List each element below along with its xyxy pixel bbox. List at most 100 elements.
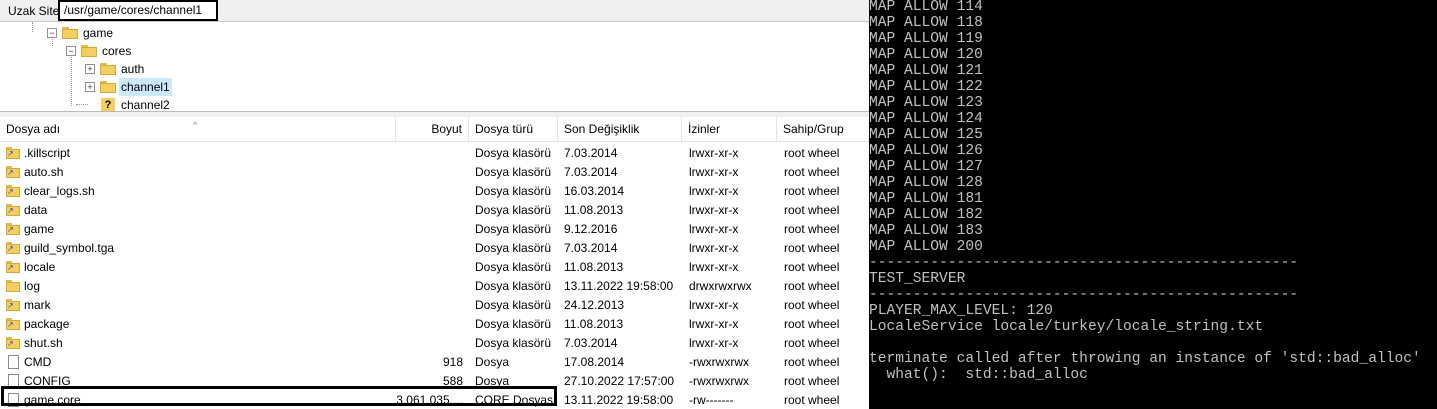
- file-type: Dosya klasörü: [475, 241, 552, 255]
- column-header-owner[interactable]: Sahip/Grup: [777, 117, 869, 141]
- tree-line: [76, 104, 88, 105]
- file-row[interactable]: CMD 918 Dosya 17.08.2014 -rwxrwxrwx root whee…: [0, 353, 869, 372]
- collapse-icon[interactable]: −: [66, 46, 76, 56]
- console-line: MAP ALLOW 128: [869, 175, 983, 191]
- file-permissions: lrwxr-xr-x: [689, 317, 739, 331]
- file-permissions: lrwxr-xr-x: [689, 184, 739, 198]
- file-row[interactable]: mark Dosya klasörü 24.12.2013 lrwxr-xr-x roo…: [0, 296, 869, 315]
- file-modified: 11.08.2013: [564, 317, 624, 331]
- expand-icon[interactable]: +: [85, 82, 95, 92]
- remote-site-bar: Uzak Site: /usr/game/cores/channel1: [0, 0, 869, 21]
- collapse-icon[interactable]: −: [47, 28, 57, 38]
- file-modified: 27.10.2022 17:57:00: [564, 374, 675, 388]
- tree-node-label: auth: [121, 62, 145, 76]
- console-line: ----------------------------------------…: [869, 255, 1299, 271]
- link-folder-icon: [6, 242, 20, 255]
- file-row[interactable]: CONFIG 588 Dosya 27.10.2022 17:57:00 -rwxrwx…: [0, 372, 869, 391]
- file-modified: 16.03.2014: [564, 184, 625, 198]
- console-line: TEST_SERVER: [869, 271, 966, 287]
- folder-icon: [6, 280, 20, 293]
- tree-line: [32, 22, 33, 32]
- file-row[interactable]: package Dosya klasörü 11.08.2013 lrwxr-xr-x…: [0, 315, 869, 334]
- expand-icon[interactable]: +: [85, 64, 95, 74]
- file-permissions: lrwxr-xr-x: [689, 260, 739, 274]
- column-header-modified[interactable]: Son Değişiklik: [558, 117, 682, 141]
- file-owner: root wheel: [784, 317, 840, 331]
- file-list-header: Dosya adı ^ Boyut Dosya türü Son Değişik…: [0, 117, 869, 142]
- console-line: terminate called after throwing an insta…: [869, 351, 1421, 367]
- server-console: MAP ALLOW 114 MAP ALLOW 118 MAP ALLOW 119 M…: [869, 0, 1437, 409]
- file-name: clear_logs.sh: [24, 184, 95, 198]
- file-owner: root wheel: [784, 355, 840, 369]
- file-name: package: [24, 317, 70, 331]
- tree-node-label: cores: [102, 44, 132, 58]
- file-modified: 24.12.2013: [564, 298, 625, 312]
- file-row[interactable]: guild_symbol.tga Dosya klasörü 7.03.2014 lr…: [0, 239, 869, 258]
- file-name: log: [24, 279, 41, 293]
- column-header-type[interactable]: Dosya türü: [469, 117, 558, 141]
- file-owner: root wheel: [784, 146, 840, 160]
- folder-icon: [81, 45, 97, 57]
- file-row[interactable]: shut.sh Dosya klasörü 7.03.2014 lrwxr-xr-x r…: [0, 334, 869, 353]
- console-line: MAP ALLOW 126: [869, 143, 983, 159]
- file-permissions: -rwxrwxrwx: [689, 355, 749, 369]
- file-owner: root wheel: [784, 241, 840, 255]
- file-row[interactable]: game.core 3.061.035.... CORE Dosyası 13.11.…: [0, 391, 869, 409]
- sort-ascending-icon: ^: [193, 120, 198, 130]
- ftp-client-panel: Uzak Site: /usr/game/cores/channel1 − ga…: [0, 0, 869, 409]
- console-line: MAP ALLOW 182: [869, 207, 983, 223]
- file-modified: 11.08.2013: [564, 260, 624, 274]
- file-row[interactable]: log Dosya klasörü 13.11.2022 19:58:00 drwxr…: [0, 277, 869, 296]
- file-owner: root wheel: [784, 393, 840, 407]
- console-line: MAP ALLOW 181: [869, 191, 983, 207]
- link-folder-icon: [6, 299, 20, 312]
- file-row[interactable]: auto.sh Dosya klasörü 7.03.2014 lrwxr-xr-x r…: [0, 163, 869, 182]
- file-name: guild_symbol.tga: [24, 241, 115, 255]
- column-header-label: Son Değişiklik: [564, 122, 640, 136]
- console-line: ----------------------------------------…: [869, 287, 1299, 303]
- console-line: MAP ALLOW 125: [869, 127, 983, 143]
- link-folder-icon: [6, 337, 20, 350]
- file-type: CORE Dosyası: [475, 393, 557, 407]
- file-owner: root wheel: [784, 165, 840, 179]
- column-header-permissions[interactable]: İzinler: [682, 117, 777, 141]
- file-name: game: [24, 222, 55, 236]
- console-line: LocaleService locale/turkey/locale_strin…: [869, 319, 1264, 335]
- file-permissions: lrwxr-xr-x: [689, 165, 739, 179]
- column-header-name[interactable]: Dosya adı ^: [0, 117, 396, 141]
- file-row[interactable]: .killscript Dosya klasörü 7.03.2014 lrwxr-x…: [0, 144, 869, 163]
- file-modified: 13.11.2022 19:58:00: [564, 393, 674, 407]
- link-folder-icon: [6, 261, 20, 274]
- link-folder-icon: [6, 223, 20, 236]
- folder-icon: [100, 81, 116, 93]
- tree-node-label: channel1: [119, 78, 172, 96]
- link-folder-icon: [6, 166, 20, 179]
- link-folder-icon: [6, 204, 20, 217]
- console-line: MAP ALLOW 200: [869, 239, 983, 255]
- column-header-size[interactable]: Boyut: [396, 117, 469, 141]
- console-line: MAP ALLOW 120: [869, 47, 983, 63]
- file-row[interactable]: game Dosya klasörü 9.12.2016 lrwxr-xr-x root…: [0, 220, 869, 239]
- console-line: MAP ALLOW 122: [869, 79, 983, 95]
- file-name: locale: [24, 260, 56, 274]
- tree-line: [71, 54, 72, 106]
- remote-path-input[interactable]: /usr/game/cores/channel1: [58, 0, 218, 21]
- link-folder-icon: [6, 318, 20, 331]
- tree-node-label: game: [83, 26, 114, 40]
- file-size: 3.061.035....: [396, 393, 463, 407]
- console-line: MAP ALLOW 123: [869, 95, 983, 111]
- file-modified: 13.11.2022 19:58:00: [564, 279, 674, 293]
- file-modified: 17.08.2014: [564, 355, 625, 369]
- file-name: CMD: [24, 355, 52, 369]
- file-owner: root wheel: [784, 298, 840, 312]
- file-row[interactable]: locale Dosya klasörü 11.08.2013 lrwxr-xr-x r…: [0, 258, 869, 277]
- file-row[interactable]: clear_logs.sh Dosya klasörü 16.03.2014 lrwx…: [0, 182, 869, 201]
- file-permissions: -rwxrwxrwx: [689, 374, 749, 388]
- file-type: Dosya klasörü: [475, 336, 552, 350]
- file-owner: root wheel: [784, 336, 840, 350]
- file-permissions: -rw-------: [689, 393, 734, 407]
- file-row[interactable]: data Dosya klasörü 11.08.2013 lrwxr-xr-x roo…: [0, 201, 869, 220]
- file-name: mark: [24, 298, 51, 312]
- file-modified: 7.03.2014: [564, 336, 618, 350]
- file-owner: root wheel: [784, 260, 840, 274]
